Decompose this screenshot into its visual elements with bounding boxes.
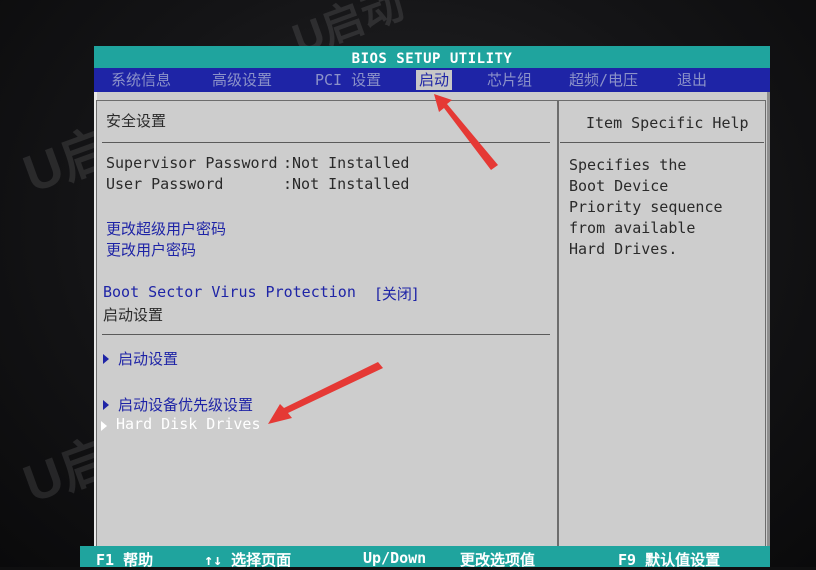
tab-chipset[interactable]: 芯片组 [484,70,535,90]
hint-change-value: 更改选项值 [460,551,536,569]
tab-pci-settings[interactable]: PCI 设置 [312,70,384,90]
boot-settings-heading: 启动设置 [103,306,164,324]
supervisor-password-label: Supervisor Password [106,154,278,172]
section-divider [102,142,550,143]
submenu-arrow-icon [101,421,107,431]
tab-exit[interactable]: 退出 [674,70,710,90]
boot-sector-virus-protection-label[interactable]: Boot Sector Virus Protection [103,283,356,301]
hint-f1-help: F1 帮助 [96,551,154,569]
help-title: Item Specific Help [586,114,749,132]
tab-overclock-voltage[interactable]: 超频/电压 [566,70,641,90]
bios-screen: BIOS SETUP UTILITY 系统信息 高级设置 PCI 设置 启动 芯… [94,46,770,567]
key-hint-bar: F1 帮助 ↑↓ 选择页面 Up/Down 更改选项值 F9 默认值设置 [80,546,770,569]
help-divider [560,142,764,143]
hint-up-down: Up/Down [363,549,427,567]
boot-sector-virus-protection-value[interactable]: [关闭] [376,283,418,304]
help-line: from available [569,219,696,237]
hint-f9-defaults: F9 默认值设置 [618,551,721,569]
section-title: 安全设置 [106,112,167,130]
tab-advanced-settings[interactable]: 高级设置 [209,70,275,90]
help-line: Hard Drives. [569,240,678,258]
tab-boot[interactable]: 启动 [416,70,453,90]
submenu-hard-disk-drives[interactable]: Hard Disk Drives [116,415,261,433]
submenu-boot-device-priority[interactable]: 启动设备优先级设置 [118,394,253,415]
help-line: Specifies the [569,156,687,174]
submenu-arrow-icon [103,354,109,364]
menu-bar: 系统信息 高级设置 PCI 设置 启动 芯片组 超频/电压 退出 [94,68,770,92]
submenu-arrow-icon [103,400,109,410]
user-password-label: User Password [106,175,224,193]
window-title: BIOS SETUP UTILITY [351,51,513,67]
user-password-value: :Not Installed [283,175,410,193]
tab-system-info[interactable]: 系统信息 [108,70,174,90]
main-panel: 安全设置 Supervisor Password :Not Installed … [94,92,770,567]
change-supervisor-password-option[interactable]: 更改超级用户密码 [106,218,226,239]
hint-select-page: ↑↓ 选择页面 [204,551,292,569]
submenu-boot-settings[interactable]: 启动设置 [118,348,178,369]
change-user-password-option[interactable]: 更改用户密码 [106,239,196,260]
help-line: Boot Device [569,177,669,195]
submenu-divider [102,334,550,335]
supervisor-password-value: :Not Installed [283,154,410,172]
help-line: Priority sequence [569,198,723,216]
